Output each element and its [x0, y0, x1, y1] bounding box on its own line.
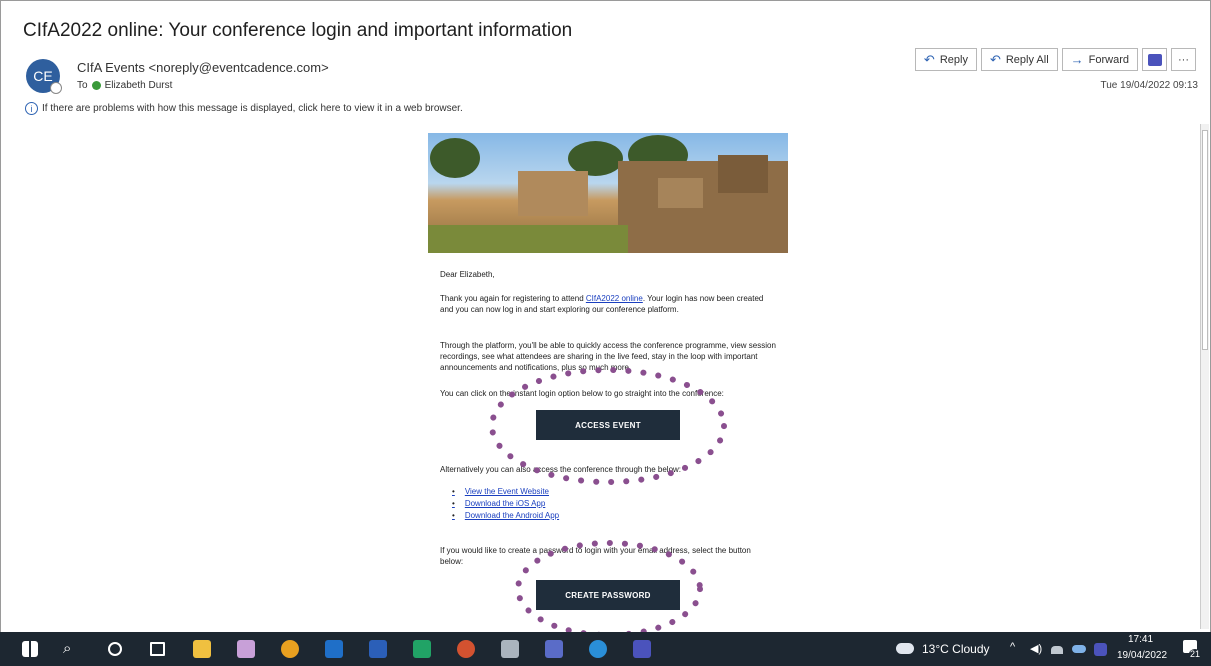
message-actions: ↶ Reply ↶ Reply All → Forward ··· [914, 48, 1196, 71]
weather-text[interactable]: 13°C Cloudy [922, 642, 990, 656]
teams-button[interactable] [1142, 48, 1167, 71]
onedrive-icon[interactable] [1072, 645, 1086, 653]
ios-app-link[interactable]: Download the iOS App [465, 498, 559, 510]
chevron-up-icon[interactable]: ^ [1010, 641, 1015, 653]
create-password-button[interactable]: CREATE PASSWORD [536, 580, 680, 610]
cloud-icon [896, 643, 914, 654]
edge-icon[interactable] [589, 640, 607, 658]
reply-all-button[interactable]: ↶ Reply All [980, 48, 1058, 71]
scrollbar-thumb[interactable] [1202, 130, 1208, 350]
access-event-button[interactable]: ACCESS EVENT [536, 410, 680, 440]
links-list: View the Event Website Download the iOS … [465, 486, 559, 522]
chrome-icon[interactable] [281, 640, 299, 658]
paragraph-password: If you would like to create a password t… [440, 546, 751, 566]
presence-icon [50, 82, 62, 94]
notifications-count: 21 [1189, 649, 1202, 659]
taskbar: ⌕ 13°C Cloudy ^ ◀) 17:41 19/04/2022 21 [0, 632, 1211, 666]
info-icon: i [25, 102, 38, 115]
excel-icon[interactable] [413, 640, 431, 658]
banner-image [428, 133, 788, 253]
info-message[interactable]: If there are problems with how this mess… [42, 103, 463, 114]
paragraph-alternatives: Alternatively you can also access the co… [440, 465, 682, 474]
teams-taskbar-icon[interactable] [633, 640, 651, 658]
online-status-icon [91, 81, 101, 90]
teams-icon [1147, 53, 1162, 66]
paragraph-instant-login: You can click on the instant login optio… [440, 389, 724, 398]
event-website-link[interactable]: View the Event Website [465, 486, 559, 498]
android-app-link[interactable]: Download the Android App [465, 510, 559, 522]
paragraph-intro: Thank you again for registering to atten… [440, 294, 764, 314]
sender-address[interactable]: CIfA Events <noreply@eventcadence.com> [77, 60, 329, 75]
search-icon[interactable]: ⌕ [63, 640, 71, 657]
recipient-name[interactable]: Elizabeth Durst [105, 80, 173, 91]
reply-icon: ↶ [923, 51, 935, 67]
to-label: To [77, 80, 88, 91]
calculator-icon[interactable] [501, 640, 519, 658]
forward-icon: → [1070, 52, 1084, 67]
message-date: Tue 19/04/2022 09:13 [1100, 80, 1199, 91]
info-bar[interactable]: i If there are problems with how this me… [25, 102, 463, 115]
forward-button[interactable]: → Forward [1061, 48, 1138, 71]
avatar-initials: CE [33, 68, 53, 84]
outlook-icon[interactable] [325, 640, 343, 658]
volume-icon[interactable]: ◀) [1030, 642, 1042, 655]
file-explorer-icon[interactable] [193, 640, 211, 658]
task-view-icon[interactable] [150, 642, 165, 656]
teams-tray-icon[interactable] [1094, 643, 1107, 656]
powerpoint-icon[interactable] [457, 640, 475, 658]
start-icon[interactable] [22, 641, 38, 657]
email-body: Dear Elizabeth, Thank you again for regi… [428, 133, 788, 610]
email-subject: CIfA2022 online: Your conference login a… [23, 20, 573, 41]
reply-button[interactable]: ↶ Reply [914, 48, 977, 71]
photos-icon[interactable] [237, 640, 255, 658]
word-icon[interactable] [369, 640, 387, 658]
avatar: CE [26, 59, 62, 94]
cortana-icon[interactable] [108, 642, 122, 656]
scrollbar[interactable] [1200, 124, 1209, 629]
greeting: Dear Elizabeth, [440, 270, 495, 279]
recipients-row: To Elizabeth Durst [77, 80, 172, 91]
conference-link[interactable]: CIfA2022 online [586, 294, 643, 303]
email-window: CIfA2022 online: Your conference login a… [0, 0, 1211, 634]
annotation-overlay [489, 367, 727, 633]
wifi-icon[interactable] [1051, 646, 1063, 654]
clock-time[interactable]: 17:41 [1128, 634, 1153, 645]
app-icon[interactable] [545, 640, 563, 658]
clock-date[interactable]: 19/04/2022 [1117, 650, 1167, 661]
paragraph-platform: Through the platform, you'll be able to … [440, 341, 776, 372]
more-actions-button[interactable]: ··· [1171, 48, 1196, 71]
reply-all-icon: ↶ [989, 51, 1001, 67]
